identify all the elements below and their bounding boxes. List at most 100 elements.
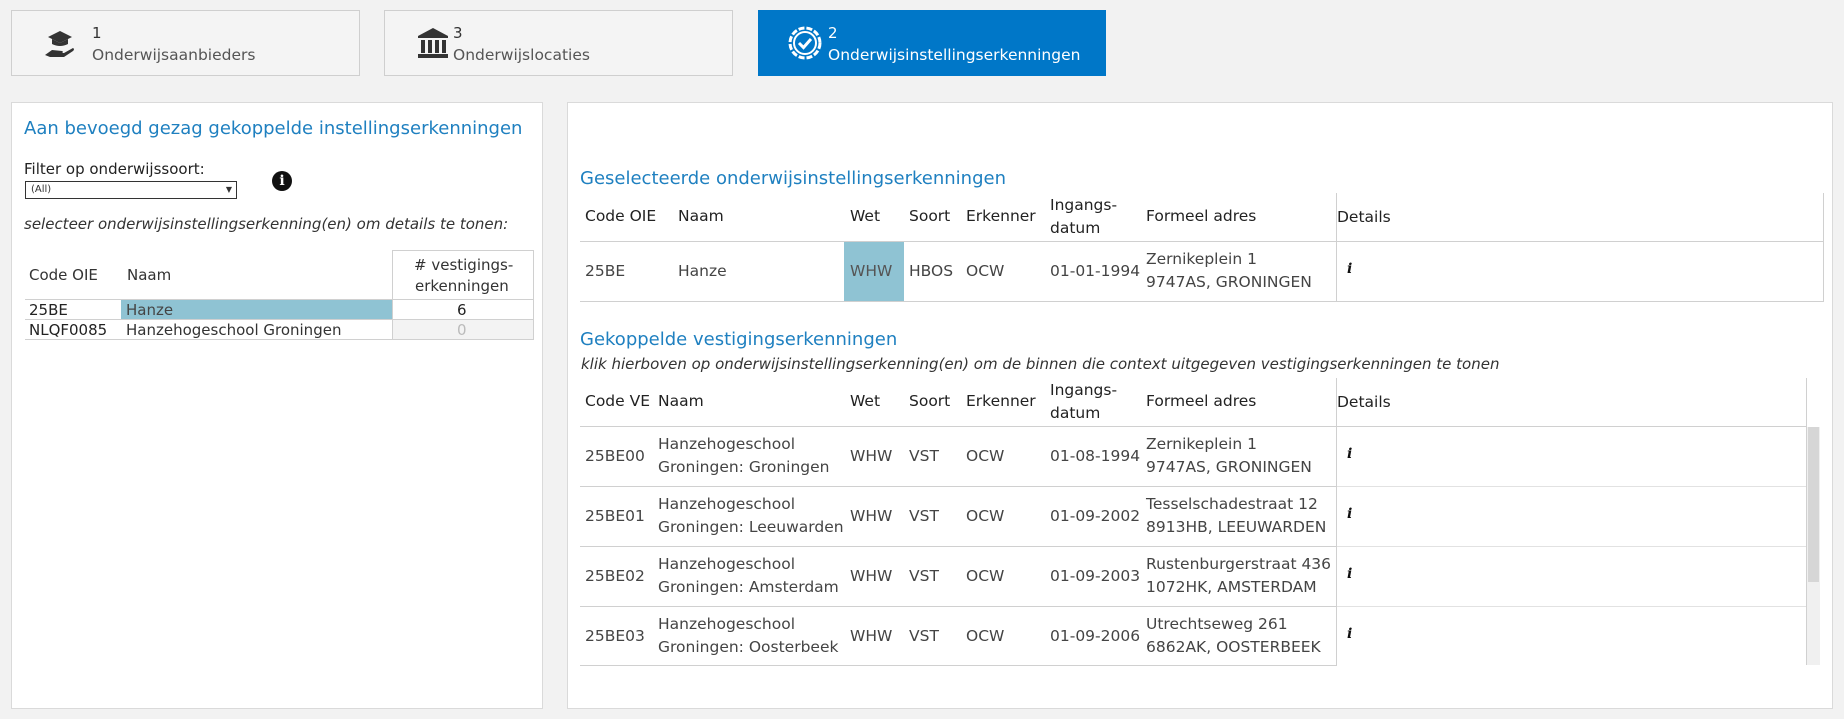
tab-label: Onderwijsinstellingserkenningen: [828, 46, 1081, 64]
vestigingen-section-title: Gekoppelde vestigingserkenningen: [580, 329, 898, 350]
column-header-code: Code OIE: [29, 266, 98, 284]
row-erkenner: OCW: [966, 447, 1005, 465]
row-adres-line2: 9747AS, GRONINGEN: [1146, 458, 1312, 476]
row-erkenner: OCW: [966, 262, 1005, 280]
scrollbar-thumb[interactable]: [1808, 427, 1819, 582]
column-header-erkenner: Erkenner: [966, 392, 1036, 410]
row-adres-line1: Utrechtseweg 261: [1146, 615, 1288, 633]
column-header-count-line2: erkenningen: [415, 277, 509, 295]
row-adres-line1: Zernikeplein 1: [1146, 250, 1257, 268]
column-header-naam: Naam: [127, 266, 172, 284]
column-header-naam: Naam: [658, 392, 704, 410]
graduation-hand-icon: [45, 31, 74, 57]
row-adres-line2: 8913HB, LEEUWARDEN: [1146, 518, 1327, 536]
column-header-datum-line2: datum: [1050, 219, 1101, 237]
selected-section-title: Geselecteerde onderwijsinstellingserkenn…: [580, 168, 1006, 189]
row-adres-line2: 6862AK, OOSTERBEEK: [1146, 638, 1321, 656]
details-info-icon[interactable]: i: [1347, 566, 1352, 582]
column-header-naam: Naam: [678, 207, 724, 225]
column-header-datum-line1: Ingangs-: [1050, 381, 1118, 399]
row-soort: VST: [909, 567, 939, 585]
row-code: NLQF0085: [29, 321, 108, 339]
column-header-adres: Formeel adres: [1146, 207, 1257, 225]
row-code: 25BE00: [585, 447, 645, 465]
details-info-icon[interactable]: i: [1347, 506, 1352, 522]
column-header-details: Details: [1337, 208, 1391, 226]
row-datum: 01-08-1994: [1050, 447, 1141, 465]
column-header-wet: Wet: [850, 207, 881, 225]
row-wet: WHW: [850, 507, 893, 525]
column-header-soort: Soort: [909, 207, 951, 225]
row-soort: VST: [909, 507, 939, 525]
row-adres-line1: Zernikeplein 1: [1146, 435, 1257, 453]
tab-number: 2: [828, 24, 838, 42]
row-naam-line1: Hanzehogeschool: [658, 495, 796, 513]
chevron-down-icon: ▼: [225, 185, 232, 194]
row-code: 25BE01: [585, 507, 645, 525]
row-naam: Hanze: [678, 262, 727, 280]
row-erkenner: OCW: [966, 627, 1005, 645]
row-naam-line2: Groningen: Groningen: [658, 458, 830, 476]
row-adres-line1: Rustenburgerstraat 436: [1146, 555, 1332, 573]
left-panel-title: Aan bevoegd gezag gekoppelde instellings…: [24, 118, 523, 139]
row-code: 25BE02: [585, 567, 645, 585]
row-count: 6: [457, 301, 467, 319]
tab-onderwijslocaties[interactable]: 3 Onderwijslocaties: [384, 10, 733, 76]
badge-check-icon: [788, 26, 822, 60]
column-header-count-line1: # vestigings-: [414, 256, 514, 274]
row-erkenner: OCW: [966, 567, 1005, 585]
tab-onderwijsaanbieders[interactable]: 1 Onderwijsaanbieders: [11, 10, 360, 76]
building-columns-icon: [418, 28, 448, 58]
row-naam-line2: Groningen: Amsterdam: [658, 578, 839, 596]
row-naam-line1: Hanzehogeschool: [658, 615, 796, 633]
info-icon[interactable]: i: [272, 171, 292, 191]
column-header-adres: Formeel adres: [1146, 392, 1257, 410]
row-wet: WHW: [850, 627, 893, 645]
row-wet: WHW: [850, 567, 893, 585]
vertical-scrollbar[interactable]: [1807, 427, 1820, 665]
row-naam: Hanze: [126, 301, 174, 319]
column-header-datum-line1: Ingangs-: [1050, 196, 1118, 214]
row-erkenner: OCW: [966, 507, 1005, 525]
row-soort: VST: [909, 627, 939, 645]
row-datum: 01-01-1994: [1050, 262, 1141, 280]
column-header-wet: Wet: [850, 392, 881, 410]
row-wet: WHW: [850, 447, 893, 465]
row-datum: 01-09-2003: [1050, 567, 1141, 585]
vestigingen-subtitle: klik hierboven op onderwijsinstellingser…: [581, 355, 1500, 373]
row-code: 25BE: [585, 262, 626, 280]
row-adres-line2: 9747AS, GRONINGEN: [1146, 273, 1312, 291]
row-naam-line1: Hanzehogeschool: [658, 435, 796, 453]
row-naam-line2: Groningen: Leeuwarden: [658, 518, 844, 536]
onderwijssoort-filter-select[interactable]: (All) ▼: [25, 181, 237, 199]
tab-label: Onderwijslocaties: [453, 46, 590, 64]
row-count: 0: [457, 321, 467, 339]
column-header-erkenner: Erkenner: [966, 207, 1036, 225]
row-naam-line2: Groningen: Oosterbeek: [658, 638, 839, 656]
row-soort: HBOS: [909, 262, 954, 280]
row-soort: VST: [909, 447, 939, 465]
row-code: 25BE: [29, 301, 68, 319]
column-header-code: Code VE: [585, 392, 651, 410]
tab-number: 1: [92, 24, 102, 42]
row-datum: 01-09-2002: [1050, 507, 1141, 525]
tab-onderwijsinstellingserkenningen[interactable]: 2 Onderwijsinstellingserkenningen: [758, 10, 1106, 76]
details-info-icon[interactable]: i: [1347, 626, 1352, 642]
row-adres-line2: 1072HK, AMSTERDAM: [1146, 578, 1317, 596]
column-header-soort: Soort: [909, 392, 951, 410]
row-naam: Hanzehogeschool Groningen: [126, 321, 342, 339]
column-header-code: Code OIE: [585, 207, 657, 225]
tab-number: 3: [453, 24, 463, 42]
row-datum: 01-09-2006: [1050, 627, 1141, 645]
filter-selected-value: (All): [31, 184, 52, 195]
details-info-icon[interactable]: i: [1347, 446, 1352, 462]
row-naam-line1: Hanzehogeschool: [658, 555, 796, 573]
details-info-icon[interactable]: i: [1347, 261, 1352, 277]
row-code: 25BE03: [585, 627, 645, 645]
column-header-datum-line2: datum: [1050, 404, 1101, 422]
tab-label: Onderwijsaanbieders: [92, 46, 256, 64]
column-header-details: Details: [1337, 393, 1391, 411]
select-instruction: selecteer onderwijsinstellingserkenning(…: [24, 215, 509, 233]
filter-label: Filter op onderwijssoort:: [24, 160, 205, 178]
row-adres-line1: Tesselschadestraat 12: [1146, 495, 1318, 513]
